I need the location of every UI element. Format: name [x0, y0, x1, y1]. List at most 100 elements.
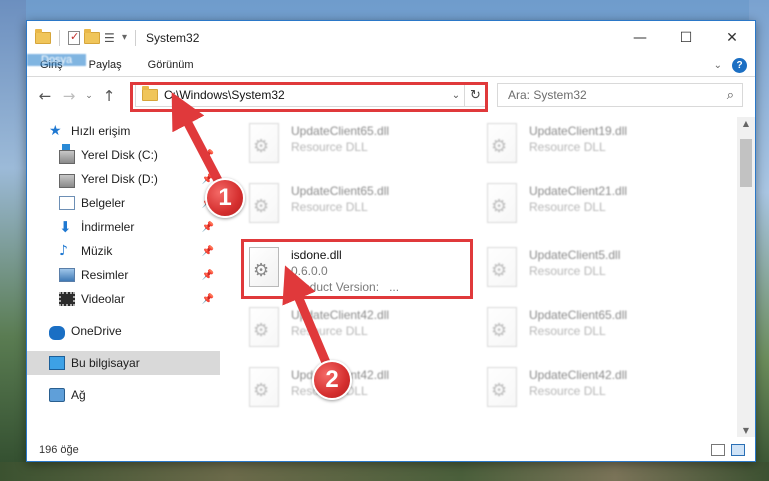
file-description: Resource DLL	[529, 140, 606, 154]
chevron-down-icon[interactable]: ▾	[122, 32, 127, 43]
sidebar-item-videos[interactable]: Videolar 📌	[27, 287, 220, 311]
pin-icon: 📌	[201, 149, 214, 161]
sidebar-item-label: Bu bilgisayar	[71, 356, 140, 370]
scroll-up-icon[interactable]: ▲	[737, 119, 755, 128]
sidebar-item-downloads[interactable]: ⬇ İndirmeler 📌	[27, 215, 220, 239]
status-bar: 196 öğe	[27, 439, 755, 461]
close-button[interactable]: ✕	[709, 21, 755, 54]
file-highlight-box	[241, 239, 473, 299]
tiles-view-icon[interactable]	[731, 444, 745, 456]
sidebar-item-label: OneDrive	[71, 324, 122, 338]
dll-file-icon	[487, 247, 517, 287]
tab-view[interactable]: Görünüm	[135, 54, 207, 76]
desktop-background-left	[0, 0, 26, 481]
item-count: 196 öğe	[39, 444, 79, 456]
pictures-icon	[59, 268, 75, 282]
file-name: UpdateClient21.dll	[529, 184, 628, 198]
list-item[interactable]: UpdateClient19.dll Resource DLL	[487, 123, 627, 163]
file-description: Resource DLL	[291, 324, 368, 338]
title-bar: ☰ ▾ System32 — ☐ ✕	[27, 21, 755, 54]
search-icon[interactable]: ⌕	[727, 88, 734, 103]
maximize-button[interactable]: ☐	[663, 21, 709, 54]
list-item[interactable]: UpdateClient65.dll Resource DLL	[249, 183, 389, 223]
pin-icon: 📌	[201, 221, 214, 233]
dll-file-icon	[249, 307, 279, 347]
sidebar-item-label: Resimler	[81, 268, 129, 282]
minimize-button[interactable]: —	[617, 21, 663, 54]
pin-icon: 📌	[201, 293, 214, 305]
forward-button[interactable]: →	[59, 85, 79, 107]
star-icon: ★	[49, 123, 62, 139]
file-description: Resource DLL	[529, 384, 606, 398]
properties-icon[interactable]	[68, 30, 80, 45]
list-item[interactable]: UpdateClient65.dll Resource DLL	[249, 123, 389, 163]
file-description: Resource DLL	[529, 264, 606, 278]
sidebar-item-label: Yerel Disk (D:)	[81, 172, 158, 186]
file-description: Resource DLL	[529, 324, 606, 338]
sidebar-item-disk-d[interactable]: Yerel Disk (D:) 📌	[27, 167, 220, 191]
file-description: Resource DLL	[291, 200, 368, 214]
sidebar-item-label: Müzik	[81, 244, 113, 258]
file-name: UpdateClient42.dll	[291, 308, 390, 322]
sidebar-item-music[interactable]: ♪ Müzik 📌	[27, 239, 220, 263]
scrollbar-thumb[interactable]	[740, 139, 752, 187]
callout-badge-2: 2	[312, 360, 352, 400]
file-name: UpdateClient5.dll	[529, 248, 621, 262]
address-highlight-box	[130, 82, 488, 112]
pin-icon: 📌	[201, 245, 214, 257]
scroll-down-icon[interactable]: ▼	[737, 426, 755, 435]
tab-file[interactable]: Dosya	[27, 54, 87, 66]
new-folder-icon[interactable]	[84, 28, 100, 44]
quick-access-toolbar: ☰ ▾	[27, 28, 140, 46]
folder-icon	[35, 28, 51, 44]
computer-icon	[49, 356, 65, 370]
up-button[interactable]: ↑	[99, 85, 119, 107]
expand-ribbon-icon[interactable]: ⌄	[714, 60, 722, 71]
cloud-icon	[49, 325, 65, 340]
sidebar-item-disk-c[interactable]: Yerel Disk (C:) 📌	[27, 143, 220, 167]
drive-icon	[59, 174, 75, 188]
desktop-background-bottom	[0, 462, 769, 481]
sidebar-item-label: Yerel Disk (C:)	[81, 148, 158, 162]
network-icon	[49, 388, 65, 402]
list-item[interactable]: UpdateClient5.dll Resource DLL	[487, 247, 620, 287]
navigation-pane: ★ Hızlı erişim Yerel Disk (C:) 📌 Yerel D…	[27, 117, 221, 437]
pin-icon: 📌	[201, 269, 214, 281]
callout-badge-1: 1	[205, 178, 245, 218]
file-description: Resource DLL	[291, 140, 368, 154]
list-item[interactable]: UpdateClient42.dll Resource DLL	[249, 307, 389, 347]
recent-locations-button[interactable]: ⌄	[83, 85, 95, 107]
list-item[interactable]: UpdateClient65.dll Resource DLL	[487, 307, 627, 347]
search-input[interactable]: Ara: System32 ⌕	[497, 83, 743, 107]
sidebar-item-label: İndirmeler	[81, 220, 135, 234]
sidebar-item-quick-access[interactable]: ★ Hızlı erişim	[27, 119, 220, 143]
sidebar-item-pictures[interactable]: Resimler 📌	[27, 263, 220, 287]
download-icon: ⬇	[59, 218, 72, 236]
sidebar-item-onedrive[interactable]: OneDrive	[27, 319, 220, 343]
sidebar-item-label: Belgeler	[81, 196, 126, 210]
sidebar-item-label: Ağ	[71, 388, 86, 402]
music-icon: ♪	[59, 243, 68, 259]
list-item[interactable]: UpdateClient42.dll Resource DLL	[487, 367, 627, 407]
dll-file-icon	[249, 367, 279, 407]
sidebar-item-this-pc[interactable]: Bu bilgisayar	[27, 351, 220, 375]
file-name: UpdateClient19.dll	[529, 124, 628, 138]
details-view-icon[interactable]	[711, 444, 725, 456]
list-item[interactable]: UpdateClient21.dll Resource DLL	[487, 183, 627, 223]
videos-icon	[59, 292, 75, 306]
sidebar-item-label: Hızlı erişim	[71, 124, 131, 138]
file-name: UpdateClient65.dll	[291, 124, 390, 138]
dll-file-icon	[487, 367, 517, 407]
drive-icon	[59, 144, 75, 164]
back-button[interactable]: ←	[35, 85, 55, 107]
window-title: System32	[146, 30, 200, 45]
customize-toolbar-icon[interactable]: ☰	[104, 31, 118, 45]
sidebar-item-documents[interactable]: Belgeler 📌	[27, 191, 220, 215]
ribbon-right: ⌄ ?	[714, 54, 755, 76]
vertical-scrollbar[interactable]: ▲ ▼	[737, 117, 755, 437]
file-name: UpdateClient42.dll	[529, 368, 628, 382]
file-description: Resource DLL	[529, 200, 606, 214]
sidebar-item-network[interactable]: Ağ	[27, 383, 220, 407]
help-icon[interactable]: ?	[732, 57, 747, 73]
sidebar-item-label: Videolar	[81, 292, 125, 306]
